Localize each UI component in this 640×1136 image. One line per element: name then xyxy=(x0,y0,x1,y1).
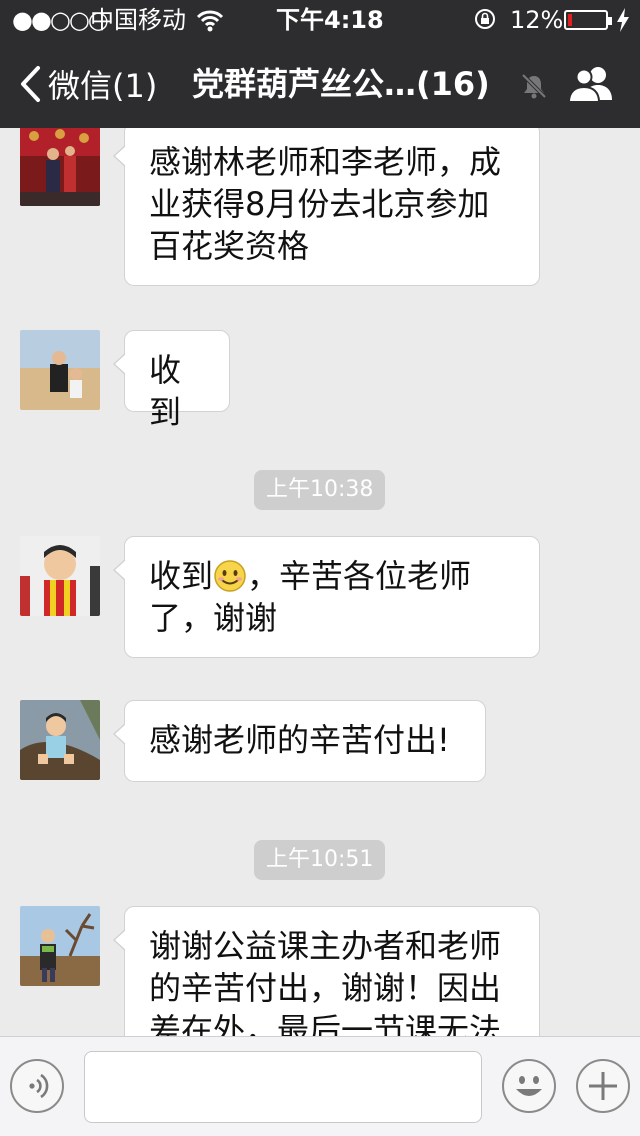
message-text: 谢谢公益课主办者和老师的辛苦付出，谢谢！因出差在外，最后一节课无法 xyxy=(149,927,502,1036)
message-bubble[interactable]: 谢谢公益课主办者和老师的辛苦付出，谢谢！因出差在外，最后一节课无法 xyxy=(113,906,540,1036)
nav-bar: 微信(1) 党群葫芦丝公…(16) xyxy=(0,40,640,128)
timestamp: 上午10:51 xyxy=(254,840,386,880)
clock: 下午4:18 xyxy=(276,6,384,34)
plus-icon xyxy=(589,1072,617,1100)
timestamp: 上午10:38 xyxy=(254,470,386,510)
voice-icon xyxy=(29,1073,49,1099)
charging-icon xyxy=(617,8,629,32)
avatar[interactable] xyxy=(20,700,100,780)
mute-bell-icon xyxy=(521,73,547,99)
status-bar: ●●○○○ 中国移动 下午4:18 12% xyxy=(0,0,640,40)
avatar[interactable] xyxy=(20,128,100,206)
message-input[interactable] xyxy=(84,1051,482,1123)
message-text: 感谢林老师和李老师，成业获得8月份去北京参加百花奖资格 xyxy=(149,143,502,265)
message-text: 收到 xyxy=(149,351,182,431)
battery-icon xyxy=(564,10,612,30)
smile-emoji-icon xyxy=(214,560,246,592)
message-bubble[interactable]: 收到 ，辛苦各位老师了，谢谢 xyxy=(113,536,540,658)
message-bubble[interactable]: 感谢老师的辛苦付出! xyxy=(113,700,486,782)
rotation-lock-icon xyxy=(475,9,495,29)
battery-percent: 12% xyxy=(510,6,564,34)
avatar[interactable] xyxy=(20,536,100,616)
input-bar xyxy=(0,1036,640,1136)
wifi-icon xyxy=(196,10,224,32)
top-bar: ●●○○○ 中国移动 下午4:18 12% 微信(1) 党群葫芦丝公…(16) xyxy=(0,0,640,128)
group-members-icon[interactable] xyxy=(566,64,616,104)
smiley-icon xyxy=(516,1076,542,1096)
avatar[interactable] xyxy=(20,330,100,410)
emoji-button[interactable] xyxy=(502,1059,556,1113)
back-button[interactable]: 微信(1) xyxy=(18,62,157,106)
back-label: 微信(1) xyxy=(48,67,158,105)
chat-area[interactable]: 感谢林老师和李老师，成业获得8月份去北京参加百花奖资格 收到 上午10:38 收… xyxy=(0,128,640,1036)
message-text: 感谢老师的辛苦付出! xyxy=(149,721,450,759)
more-options-button[interactable] xyxy=(576,1059,630,1113)
carrier-name: 中国移动 xyxy=(90,6,186,34)
voice-input-button[interactable] xyxy=(10,1059,64,1113)
message-text: 收到 xyxy=(149,557,214,595)
chevron-left-icon xyxy=(21,66,40,102)
chat-title: 党群葫芦丝公…(16) xyxy=(192,65,490,103)
avatar[interactable] xyxy=(20,906,100,986)
message-bubble[interactable]: 收到 xyxy=(113,330,230,431)
message-bubble[interactable]: 感谢林老师和李老师，成业获得8月份去北京参加百花奖资格 xyxy=(113,128,540,286)
battery-fill xyxy=(568,14,572,26)
